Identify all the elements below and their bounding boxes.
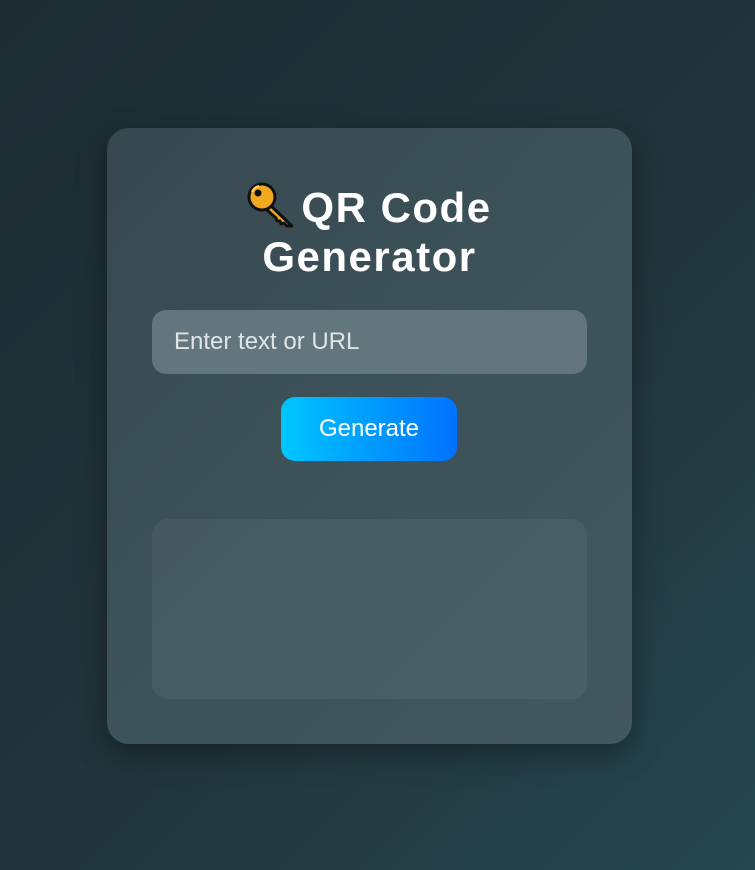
generate-button[interactable]: Generate — [281, 397, 457, 461]
qr-code-output-area — [152, 519, 587, 699]
key-icon — [247, 180, 297, 228]
title-text-line-2: Generator — [262, 233, 477, 280]
text-url-input[interactable] — [152, 310, 587, 374]
title-text-line-1: QR Code — [301, 184, 492, 231]
page-title: QR Code Generator — [107, 180, 632, 281]
title-line-1: QR Code — [107, 180, 632, 232]
qr-generator-card: QR Code Generator Generate — [107, 128, 632, 744]
text-input-wrapper — [152, 310, 587, 374]
